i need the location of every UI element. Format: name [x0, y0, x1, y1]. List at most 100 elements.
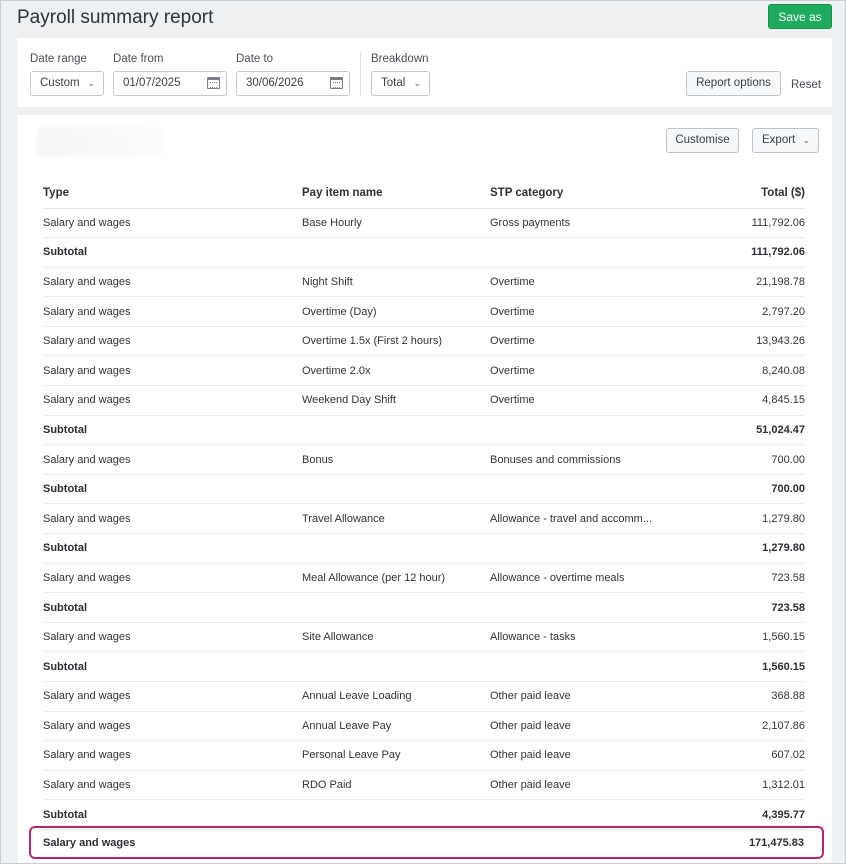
chevron-down-icon: ⌄: [413, 78, 421, 88]
cell-pay-item: Night Shift: [302, 267, 490, 298]
cell-type: Salary and wages: [43, 208, 302, 239]
filter-panel: Date range Custom ⌄ Date from 01/07/2025…: [17, 38, 832, 107]
cell-stp-category: Allowance - travel and accomm...: [490, 503, 675, 535]
cell-stp-category: Overtime: [490, 296, 675, 327]
table-row: Salary and wages Annual Leave Loading Othe…: [43, 681, 805, 712]
cell-type: Salary and wages: [43, 622, 302, 653]
chevron-down-icon: ⌄: [87, 78, 95, 88]
cell-type: Salary and wages: [43, 296, 302, 327]
cell-stp-category: [490, 237, 675, 268]
table-row: Salary and wages Base Hourly Gross payment…: [43, 208, 805, 239]
cell-stp-category: Overtime: [490, 385, 675, 416]
cell-total: 51,024.47: [675, 415, 805, 446]
cell-pay-item: Overtime (Day): [302, 296, 490, 327]
table-row: Salary and wages Overtime (Day) Overtime 2,…: [43, 296, 805, 327]
breakdown-value: Total: [381, 77, 406, 89]
reset-link[interactable]: Reset: [791, 79, 821, 91]
cell-pay-item: Travel Allowance: [302, 503, 490, 535]
cell-total: 111,792.06: [675, 208, 805, 239]
cell-stp-category: Allowance - overtime meals: [490, 563, 675, 594]
report-options-button[interactable]: Report options: [686, 71, 781, 96]
cell-type: Salary and wages: [43, 711, 302, 742]
cell-total: 723.58: [675, 563, 805, 594]
cell-type: Subtotal: [43, 533, 302, 564]
cell-pay-item: [302, 474, 490, 505]
export-label: Export: [762, 134, 796, 146]
report-panel: Customise Export ⌄ Type Pay item name ST…: [17, 115, 832, 863]
export-button[interactable]: Export ⌄: [752, 128, 819, 153]
cell-type: Subtotal: [43, 474, 302, 505]
cell-type: Salary and wages: [43, 770, 302, 801]
cell-stp-category: Allowance - tasks: [490, 622, 675, 653]
cell-pay-item: Annual Leave Loading: [302, 681, 490, 712]
breakdown-select[interactable]: Total ⌄: [371, 71, 430, 96]
date-to-field[interactable]: 30/06/2026: [236, 71, 350, 96]
col-header-stp-category: STP category: [490, 179, 675, 209]
cell-stp-category: Gross payments: [490, 208, 675, 239]
customise-button[interactable]: Customise: [666, 128, 739, 153]
cell-type: Salary and wages: [43, 385, 302, 416]
cell-type: Salary and wages: [43, 326, 302, 357]
date-range-label: Date range: [30, 53, 87, 65]
calendar-icon[interactable]: [207, 77, 220, 89]
cell-total: 723.58: [675, 592, 805, 623]
cell-stp-category: Bonuses and commissions: [490, 444, 675, 475]
cell-type: Salary and wages: [43, 355, 302, 387]
date-range-select[interactable]: Custom ⌄: [30, 71, 104, 96]
grand-total-label: Salary and wages: [43, 837, 136, 849]
calendar-icon[interactable]: [330, 77, 343, 89]
cell-pay-item: Annual Leave Pay: [302, 711, 490, 742]
cell-stp-category: [490, 474, 675, 505]
cell-stp-category: Other paid leave: [490, 770, 675, 801]
subtotal-row: Subtotal 723.58: [43, 592, 805, 623]
cell-total: 1,312.01: [675, 770, 805, 801]
cell-total: 2,797.20: [675, 296, 805, 327]
cell-stp-category: Other paid leave: [490, 740, 675, 771]
payroll-table: Type Pay item name STP category Total ($…: [43, 179, 805, 830]
cell-stp-category: Overtime: [490, 267, 675, 298]
subtotal-row: Subtotal 51,024.47: [43, 415, 805, 446]
cell-stp-category: [490, 533, 675, 564]
table-row: Salary and wages Overtime 1.5x (First 2 h…: [43, 326, 805, 357]
table-row: Salary and wages Meal Allowance (per 12 h…: [43, 563, 805, 594]
date-from-label: Date from: [113, 53, 164, 65]
table-row: Salary and wages Travel Allowance Allowanc…: [43, 503, 805, 535]
date-range-value: Custom: [40, 77, 80, 89]
date-from-field[interactable]: 01/07/2025: [113, 71, 227, 96]
save-as-button[interactable]: Save as: [768, 4, 832, 29]
table-row: Salary and wages Annual Leave Pay Other pa…: [43, 711, 805, 742]
col-header-type: Type: [43, 179, 302, 209]
subtotal-row: Subtotal 1,560.15: [43, 651, 805, 682]
table-row: Salary and wages Overtime 2.0x Overtime 8,2…: [43, 355, 805, 387]
cell-type: Salary and wages: [43, 267, 302, 298]
cell-pay-item: Weekend Day Shift: [302, 385, 490, 416]
cell-total: 700.00: [675, 444, 805, 475]
cell-type: Salary and wages: [43, 444, 302, 475]
cell-total: 1,560.15: [675, 651, 805, 682]
table-row: Salary and wages Site Allowance Allowance …: [43, 622, 805, 653]
cell-total: 1,560.15: [675, 622, 805, 653]
cell-type: Subtotal: [43, 415, 302, 446]
col-header-total: Total ($): [675, 179, 805, 209]
col-header-pay-item: Pay item name: [302, 179, 490, 209]
cell-pay-item: Meal Allowance (per 12 hour): [302, 563, 490, 594]
table-row: Salary and wages Night Shift Overtime 21,19…: [43, 267, 805, 298]
cell-pay-item: Personal Leave Pay: [302, 740, 490, 771]
table-header-row: Type Pay item name STP category Total ($…: [43, 179, 805, 209]
divider: [360, 51, 361, 97]
cell-stp-category: Other paid leave: [490, 711, 675, 742]
cell-pay-item: [302, 592, 490, 623]
cell-pay-item: Site Allowance: [302, 622, 490, 653]
cell-stp-category: [490, 651, 675, 682]
date-from-value: 01/07/2025: [123, 77, 181, 89]
cell-type: Salary and wages: [43, 681, 302, 712]
date-to-label: Date to: [236, 53, 274, 65]
cell-total: 607.02: [675, 740, 805, 771]
cell-total: 21,198.78: [675, 267, 805, 298]
cell-stp-category: Overtime: [490, 355, 675, 387]
cell-total: 700.00: [675, 474, 805, 505]
cell-type: Salary and wages: [43, 740, 302, 771]
date-to-value: 30/06/2026: [246, 77, 304, 89]
cell-pay-item: [302, 651, 490, 682]
table-row: Salary and wages Personal Leave Pay Other …: [43, 740, 805, 771]
